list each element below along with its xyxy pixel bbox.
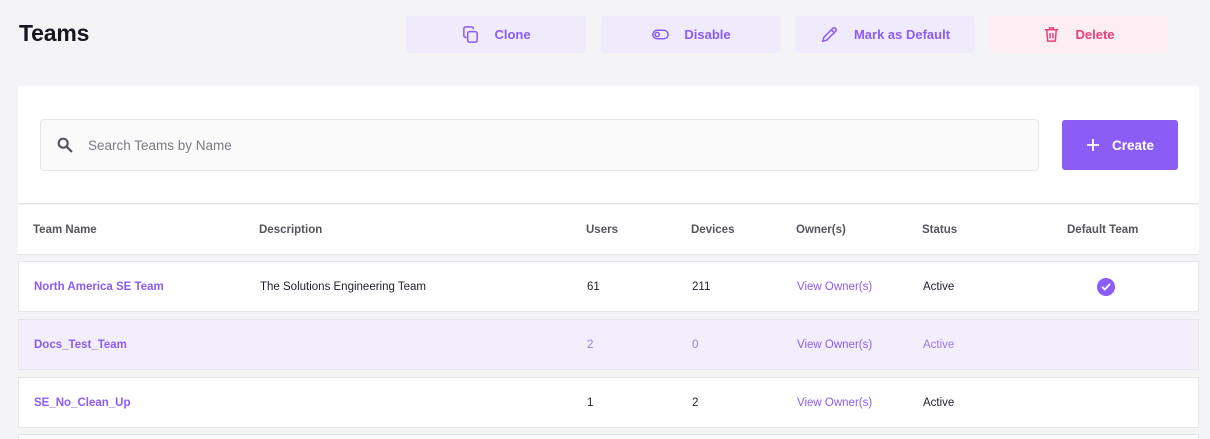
column-header-default-team[interactable]: Default Team — [1067, 224, 1138, 236]
column-header-status[interactable]: Status — [922, 224, 957, 236]
column-header-team-name[interactable]: Team Name — [33, 224, 97, 236]
pencil-icon — [821, 27, 837, 43]
team-name-link[interactable]: Docs_Test_Team — [34, 339, 127, 351]
trash-icon — [1045, 27, 1059, 42]
team-devices-count: 2 — [692, 396, 699, 409]
team-users-count: 2 — [587, 338, 594, 351]
table-header: Team Name Description Users Devices Owne… — [18, 205, 1199, 255]
column-header-description[interactable]: Description — [259, 224, 322, 236]
mark-as-default-button[interactable]: Mark as Default — [795, 16, 975, 53]
delete-label: Delete — [1075, 27, 1115, 42]
team-description: The Solutions Engineering Team — [260, 280, 427, 293]
clone-label: Clone — [494, 27, 531, 42]
column-header-devices[interactable]: Devices — [691, 224, 734, 236]
column-header-owners[interactable]: Owner(s) — [796, 224, 846, 236]
toggle-icon — [652, 29, 670, 40]
column-header-users[interactable]: Users — [586, 224, 618, 236]
create-label: Create — [1111, 137, 1155, 153]
view-owners-link[interactable]: View Owner(s) — [797, 397, 872, 409]
team-devices-count: 211 — [692, 280, 711, 293]
team-status: Active — [923, 338, 955, 351]
table-row[interactable]: Docs_Test_Team 2 0 View Owner(s) Active — [18, 319, 1199, 370]
search-icon — [57, 137, 73, 153]
page-title: Teams — [19, 20, 90, 46]
copy-icon — [463, 26, 479, 43]
team-devices-count: 0 — [692, 338, 699, 351]
table-row[interactable] — [18, 434, 1199, 439]
team-status: Active — [923, 396, 955, 409]
team-status: Active — [923, 280, 955, 293]
team-name-link[interactable]: SE_No_Clean_Up — [34, 397, 131, 409]
search-panel: Create — [18, 86, 1199, 204]
view-owners-link[interactable]: View Owner(s) — [797, 339, 872, 351]
create-button[interactable]: Create — [1062, 120, 1178, 170]
clone-button[interactable]: Clone — [406, 16, 586, 53]
disable-label: Disable — [684, 27, 731, 42]
table-row[interactable]: SE_No_Clean_Up 1 2 View Owner(s) Active — [18, 377, 1199, 428]
mark-as-default-label: Mark as Default — [853, 27, 951, 42]
team-name-link[interactable]: North America SE Team — [34, 281, 164, 293]
table-row[interactable]: North America SE Team The Solutions Engi… — [18, 261, 1199, 312]
disable-button[interactable]: Disable — [601, 16, 781, 53]
team-users-count: 1 — [587, 396, 594, 409]
search-input[interactable] — [88, 137, 988, 153]
view-owners-link[interactable]: View Owner(s) — [797, 281, 872, 293]
plus-icon — [1086, 139, 1099, 151]
search-box[interactable] — [40, 119, 1039, 171]
default-team-check-icon — [1097, 277, 1115, 296]
delete-button[interactable]: Delete — [989, 16, 1168, 53]
team-users-count: 61 — [587, 280, 600, 293]
